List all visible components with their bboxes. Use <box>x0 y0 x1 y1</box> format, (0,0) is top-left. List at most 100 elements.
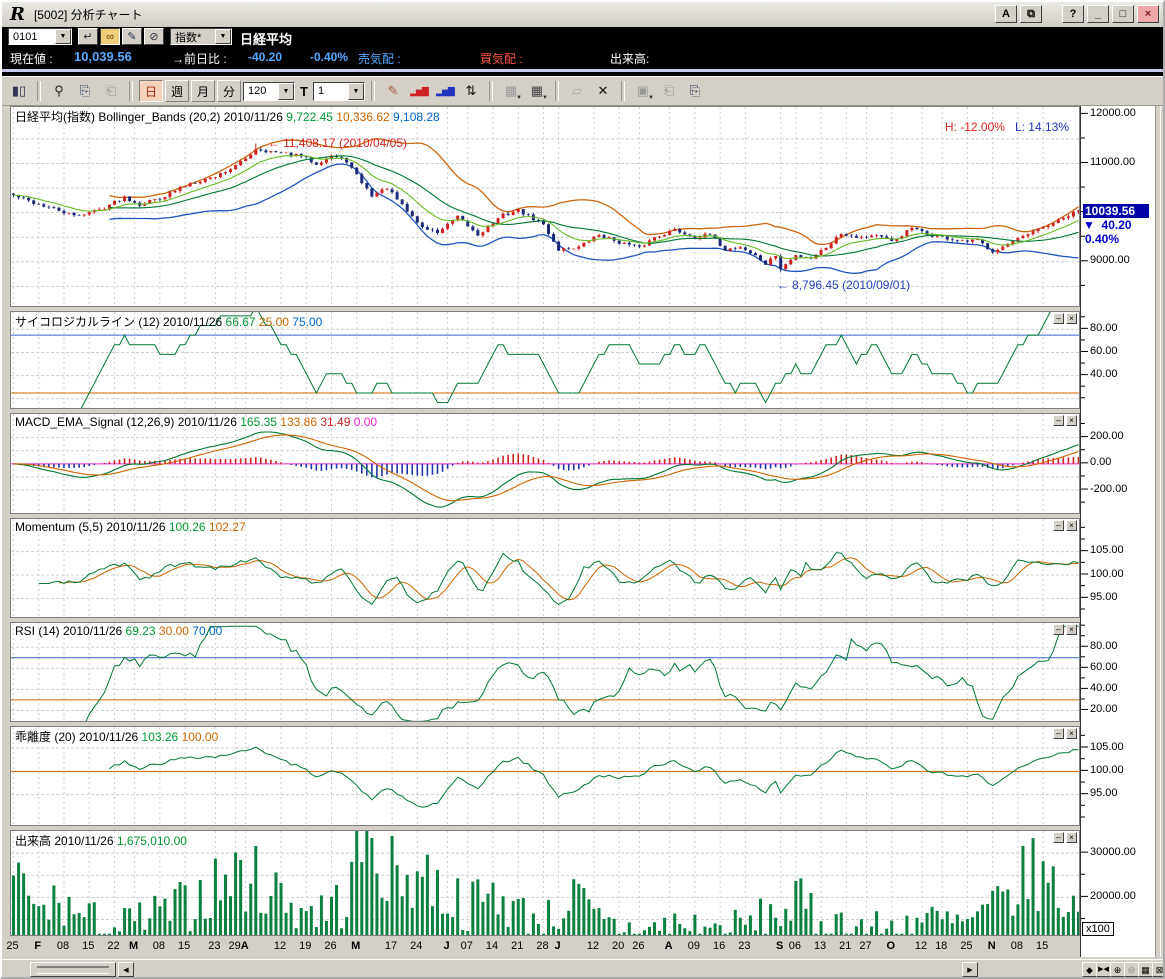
close-panel-icon[interactable]: ⊠ <box>1152 962 1165 977</box>
font-button[interactable]: A <box>995 5 1017 23</box>
period-minute-button[interactable]: 分 <box>217 80 241 102</box>
zoom-tool-button[interactable]: ⚲ <box>47 80 71 102</box>
x-axis-day-label: 28 <box>536 940 548 952</box>
save-button[interactable]: ▣▼ <box>631 80 655 102</box>
chevron-down-icon[interactable]: ▼ <box>348 83 364 100</box>
main-chart-panel[interactable]: 日経平均(指数) Bollinger_Bands (20,2) 2010/11/… <box>10 106 1080 307</box>
search-code-button[interactable]: ∞ <box>100 28 120 45</box>
psych-panel-minimize-button[interactable]: ‒ <box>1053 313 1064 324</box>
dev-panel-header: 乖離度 (20) 2010/11/26 103.26 100.00 <box>15 728 218 745</box>
copy-window-button[interactable]: ⧉ <box>1020 5 1042 23</box>
x-axis-day-label: 23 <box>208 940 220 952</box>
grid-layout-button[interactable]: ▦▼ <box>499 80 523 102</box>
help-button[interactable]: ? <box>1062 5 1084 23</box>
bottom-bar: ◀ ▶ ◆▶◀⊕⊖▦⊠ <box>2 959 1163 979</box>
delete-drawings-button[interactable]: ✕ <box>591 80 615 102</box>
psych-panel-close-button[interactable]: × <box>1066 313 1077 324</box>
dev-panel-close-button[interactable]: × <box>1066 728 1077 739</box>
close-button[interactable]: × <box>1137 5 1159 23</box>
title-bar[interactable]: R [5002] 分析チャート A ⧉ ? _ □ × <box>2 2 1163 28</box>
x-axis-day-label: 20 <box>612 940 624 952</box>
period-week-button[interactable]: 週 <box>165 80 189 102</box>
period-day-button[interactable]: 日 <box>139 80 163 102</box>
header-value: 103.26 <box>142 730 182 744</box>
hl-value: L: 14.13% <box>1005 120 1069 134</box>
momentum-panel-minimize-button[interactable]: ‒ <box>1053 520 1064 531</box>
psych-chart-panel[interactable]: サイコロジカルライン (12) 2010/11/26 66.67 25.00 7… <box>10 311 1080 409</box>
zoom-in-icon[interactable]: ⊕ <box>1110 962 1125 977</box>
minimize-button[interactable]: _ <box>1087 5 1109 23</box>
chart-type-button[interactable]: ▮▯ <box>7 80 31 102</box>
rsi-panel-minimize-button[interactable]: ‒ <box>1053 624 1064 635</box>
interval-select[interactable]: 1▼ <box>313 82 365 101</box>
edit-list-button[interactable]: ✎ <box>122 28 142 45</box>
dev-panel-minimize-button[interactable]: ‒ <box>1053 728 1064 739</box>
updown-button[interactable]: ⇅ <box>459 80 483 102</box>
price-axis[interactable]: 10039.56 ▼ 40.20 0.40% x100 12000.001100… <box>1080 106 1155 957</box>
trendline-icon: ✎ <box>388 83 399 99</box>
header-value: 102.27 <box>209 520 246 534</box>
x-axis-month-label: A <box>665 940 673 952</box>
macd-panel-close-button[interactable]: × <box>1066 415 1077 426</box>
toolbar-separator <box>129 81 133 101</box>
main-panel-header: 日経平均(指数) Bollinger_Bands (20,2) 2010/11/… <box>15 108 440 125</box>
x-axis-month-label: N <box>988 940 996 952</box>
header-value: 75.00 <box>292 315 322 329</box>
copy-settings-button[interactable]: ⎗ <box>657 80 681 102</box>
maximize-button[interactable]: □ <box>1112 5 1134 23</box>
current-price-tag: 10039.56 <box>1083 204 1149 218</box>
panel-grid-icon[interactable]: ▦ <box>1138 962 1153 977</box>
chart-type-icon: ▮▯ <box>12 83 26 99</box>
copy-page-button[interactable]: ⎘ <box>73 80 97 102</box>
chevron-down-icon[interactable]: ▼ <box>215 29 231 44</box>
chevron-down-icon[interactable]: ▼ <box>55 29 71 44</box>
zoom-out-icon[interactable]: ⊖ <box>1124 962 1139 977</box>
trendline-button[interactable]: ✎ <box>381 80 405 102</box>
momentum-panel-controls: ‒× <box>1053 520 1077 531</box>
bars-count-select[interactable]: 120▼ <box>243 82 295 101</box>
period-month-button[interactable]: 月 <box>191 80 215 102</box>
macd-axis-label: 0.00 <box>1090 456 1111 468</box>
new-page-button[interactable]: ⎘ <box>683 80 707 102</box>
overlay-indicator-button[interactable]: ▂▅▇ <box>407 80 431 102</box>
paste-page-button[interactable]: ⎗ <box>99 80 123 102</box>
symbol-code-input[interactable]: 0101 ▼ <box>8 28 72 45</box>
clear-code-button[interactable]: ⊘ <box>144 28 164 45</box>
sub-indicator-button[interactable]: ▂▅▇ <box>433 80 457 102</box>
paste-page-icon: ⎗ <box>106 83 116 99</box>
eraser-icon: ▱ <box>572 83 582 99</box>
momentum-chart-panel[interactable]: Momentum (5,5) 2010/11/26 100.26 102.27‒… <box>10 518 1080 618</box>
rsi-panel-close-button[interactable]: × <box>1066 624 1077 635</box>
category-select[interactable]: 指数* ▼ <box>170 28 232 45</box>
volume-chart-panel[interactable]: 出来高 2010/11/26 1,675,010.00‒× <box>10 830 1080 936</box>
eraser-button[interactable]: ▱ <box>565 80 589 102</box>
fit-width-icon[interactable]: ▶◀ <box>1096 962 1111 977</box>
scroll-right-button[interactable]: ▶ <box>962 962 978 977</box>
dev-chart-panel[interactable]: 乖離度 (20) 2010/11/26 103.26 100.00 ‒× <box>10 726 1080 826</box>
interval-select-value: 1 <box>318 85 324 97</box>
scroll-left-button[interactable]: ◀ <box>118 962 134 977</box>
x-axis-day-label: 08 <box>57 940 69 952</box>
header-value: MACD_EMA_Signal (12,26,9) 2010/11/26 <box>15 415 240 429</box>
macd-panel-minimize-button[interactable]: ‒ <box>1053 415 1064 426</box>
volume-panel-minimize-button[interactable]: ‒ <box>1053 832 1064 843</box>
jump-icon[interactable]: ◆ <box>1082 962 1097 977</box>
scrollbar-thumb[interactable] <box>30 962 116 977</box>
hl-value: H: -12.00% <box>945 120 1005 134</box>
apply-code-button[interactable]: ↵ <box>78 28 98 45</box>
chart-settings-button[interactable]: ▦▼ <box>525 80 549 102</box>
high-low-pct-label: H: -12.00% L: 14.13% <box>945 120 1069 134</box>
x-axis-day-label: 25 <box>6 940 18 952</box>
volume-axis-label: 20000.00 <box>1090 890 1136 902</box>
chevron-down-icon[interactable]: ▼ <box>648 95 654 101</box>
chevron-down-icon[interactable]: ▼ <box>542 95 548 101</box>
momentum-panel-close-button[interactable]: × <box>1066 520 1077 531</box>
symbol-bar: 0101 ▼ ↵∞✎⊘ 指数* ▼ 日経平均 <box>2 27 1163 46</box>
chevron-down-icon[interactable]: ▼ <box>516 95 522 101</box>
x-axis-day-label: 07 <box>461 940 473 952</box>
volume-panel-close-button[interactable]: × <box>1066 832 1077 843</box>
macd-chart-panel[interactable]: MACD_EMA_Signal (12,26,9) 2010/11/26 165… <box>10 413 1080 514</box>
delete-drawings-icon: ✕ <box>598 83 609 99</box>
chevron-down-icon[interactable]: ▼ <box>278 83 294 100</box>
rsi-chart-panel[interactable]: RSI (14) 2010/11/26 69.23 30.00 70.00‒× <box>10 622 1080 722</box>
